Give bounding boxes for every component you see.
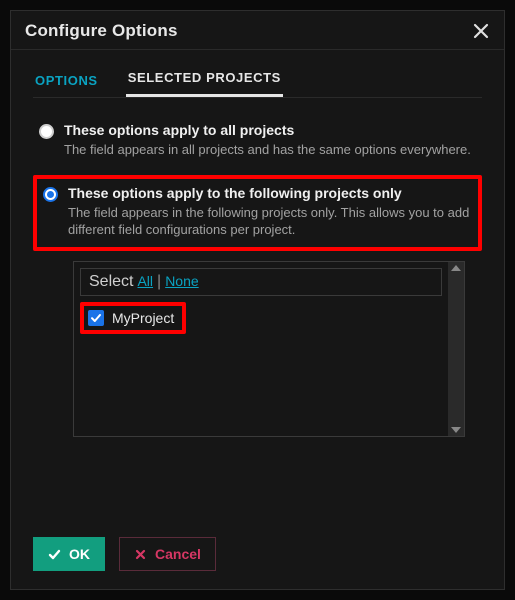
cancel-button-label: Cancel (155, 546, 201, 562)
select-none-link[interactable]: None (165, 273, 198, 289)
select-all-link[interactable]: All (137, 273, 153, 289)
cancel-button[interactable]: Cancel (119, 537, 216, 571)
scroll-down-icon[interactable] (451, 427, 461, 433)
option-description: The field appears in the following proje… (68, 204, 472, 239)
list-item[interactable]: MyProject (80, 302, 186, 334)
tab-bar: OPTIONS SELECTED PROJECTS (33, 64, 482, 98)
project-list: Select All | None MyProject (74, 262, 448, 436)
scroll-up-icon[interactable] (451, 265, 461, 271)
select-divider: | (157, 273, 161, 291)
option-title: These options apply to all projects (64, 122, 471, 138)
scope-option-selected[interactable]: These options apply to the following pro… (33, 175, 482, 251)
tab-selected-projects[interactable]: SELECTED PROJECTS (126, 70, 283, 97)
ok-button-label: OK (69, 546, 90, 562)
tab-options[interactable]: OPTIONS (33, 73, 100, 97)
radio-all-projects[interactable] (39, 124, 54, 139)
project-name: MyProject (112, 310, 174, 326)
select-label: Select (89, 273, 133, 291)
close-icon[interactable] (472, 22, 490, 40)
select-bar: Select All | None (80, 268, 442, 296)
option-title: These options apply to the following pro… (68, 185, 472, 201)
scrollbar[interactable] (448, 262, 464, 436)
dialog-content: OPTIONS SELECTED PROJECTS These options … (11, 49, 504, 523)
radio-selected-projects[interactable] (43, 187, 58, 202)
dialog-footer: OK Cancel (11, 523, 504, 589)
dialog-header: Configure Options (11, 11, 504, 49)
check-icon (48, 548, 61, 561)
ok-button[interactable]: OK (33, 537, 105, 571)
x-icon (134, 548, 147, 561)
project-list-panel: Select All | None MyProject (73, 261, 465, 437)
configure-options-dialog: Configure Options OPTIONS SELECTED PROJE… (10, 10, 505, 590)
dialog-title: Configure Options (25, 21, 178, 41)
option-description: The field appears in all projects and ha… (64, 141, 471, 159)
project-checkbox[interactable] (88, 310, 104, 326)
scope-option-all[interactable]: These options apply to all projects The … (33, 116, 482, 167)
